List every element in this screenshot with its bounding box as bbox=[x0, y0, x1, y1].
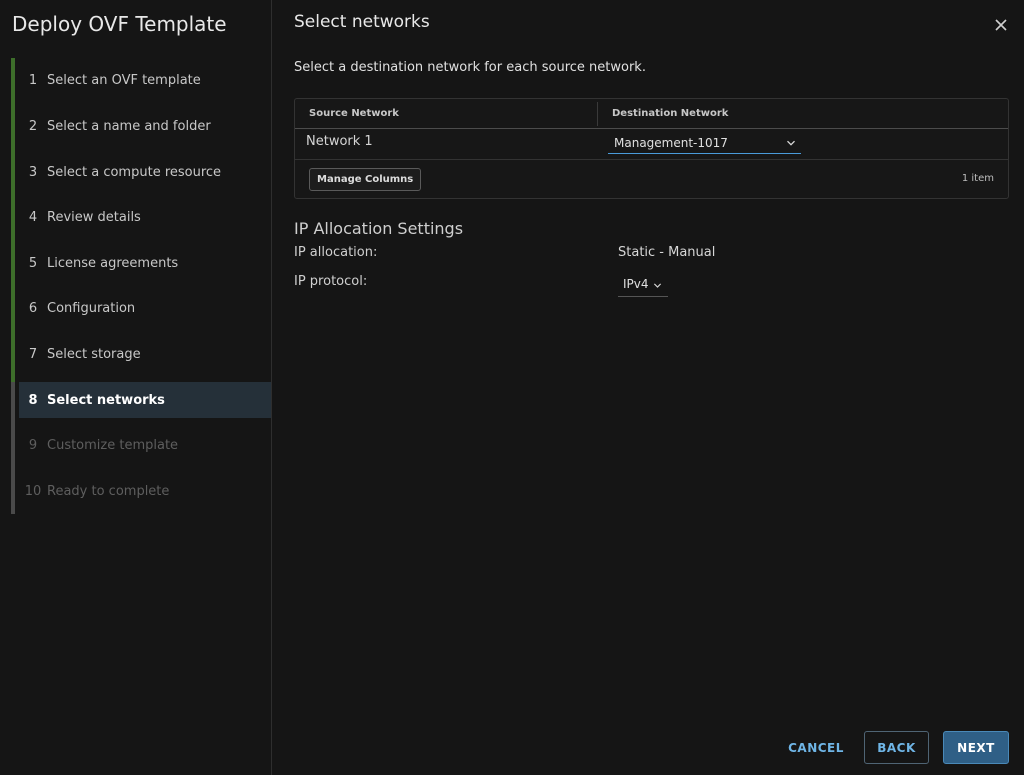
step-customize-template: 9 Customize template bbox=[19, 427, 271, 463]
step-number: 1 bbox=[28, 72, 38, 88]
source-network-cell: Network 1 bbox=[306, 134, 373, 149]
next-button[interactable]: NEXT bbox=[943, 731, 1009, 764]
column-header-destination-network[interactable]: Destination Network bbox=[612, 108, 728, 119]
page-description: Select a destination network for each so… bbox=[294, 60, 646, 75]
step-label: Select an OVF template bbox=[47, 72, 201, 88]
cancel-button[interactable]: CANCEL bbox=[780, 731, 852, 764]
destination-network-value: Management-1017 bbox=[614, 136, 728, 150]
step-select-name-folder[interactable]: 2 Select a name and folder bbox=[19, 108, 271, 144]
chevron-down-icon bbox=[653, 283, 662, 288]
step-select-storage[interactable]: 7 Select storage bbox=[19, 336, 271, 372]
step-ready-to-complete: 10 Ready to complete bbox=[19, 473, 271, 509]
wizard-sidebar: Deploy OVF Template 1 Select an OVF temp… bbox=[0, 0, 272, 775]
step-number: 4 bbox=[28, 209, 38, 225]
wizard-content: Select networks Select a destination net… bbox=[273, 0, 1024, 775]
ip-allocation-value: Static - Manual bbox=[618, 245, 716, 260]
destination-network-select[interactable]: Management-1017 bbox=[608, 134, 801, 154]
step-license-agreements[interactable]: 5 License agreements bbox=[19, 245, 271, 281]
step-number: 8 bbox=[28, 392, 38, 408]
step-label: Review details bbox=[47, 209, 141, 225]
step-number: 7 bbox=[28, 346, 38, 362]
progress-current bbox=[11, 382, 15, 418]
step-label: License agreements bbox=[47, 255, 179, 271]
grid-header: Source Network Destination Network bbox=[295, 99, 1008, 129]
step-configuration[interactable]: 6 Configuration bbox=[19, 290, 271, 326]
step-select-ovf-template[interactable]: 1 Select an OVF template bbox=[19, 62, 271, 98]
ip-protocol-value: IPv4 bbox=[623, 277, 649, 291]
step-label: Customize template bbox=[47, 437, 179, 453]
step-review-details[interactable]: 4 Review details bbox=[19, 199, 271, 235]
ip-allocation-heading: IP Allocation Settings bbox=[294, 219, 464, 238]
ip-protocol-label: IP protocol: bbox=[294, 274, 368, 289]
step-number: 5 bbox=[28, 255, 38, 271]
step-select-compute-resource[interactable]: 3 Select a compute resource bbox=[19, 154, 271, 190]
step-number: 10 bbox=[24, 483, 42, 499]
wizard-title: Deploy OVF Template bbox=[12, 12, 227, 36]
grid-footer: Manage Columns 1 item bbox=[295, 161, 1008, 199]
manage-columns-button[interactable]: Manage Columns bbox=[309, 168, 422, 191]
step-number: 6 bbox=[28, 300, 38, 316]
step-label: Configuration bbox=[47, 300, 136, 316]
step-label: Ready to complete bbox=[47, 483, 170, 499]
ip-protocol-select[interactable]: IPv4 bbox=[618, 274, 668, 297]
step-select-networks[interactable]: 8 Select networks bbox=[19, 382, 271, 418]
progress-remaining bbox=[11, 418, 15, 514]
step-number: 3 bbox=[28, 164, 38, 180]
progress-completed bbox=[11, 58, 15, 382]
ip-allocation-label: IP allocation: bbox=[294, 245, 378, 260]
steps-progress-track bbox=[11, 58, 15, 514]
page-title: Select networks bbox=[294, 12, 430, 32]
back-button[interactable]: BACK bbox=[864, 731, 929, 764]
network-mapping-grid: Source Network Destination Network Netwo… bbox=[294, 98, 1009, 199]
column-divider[interactable] bbox=[597, 102, 598, 126]
step-number: 9 bbox=[28, 437, 38, 453]
close-icon[interactable] bbox=[992, 16, 1010, 34]
item-count: 1 item bbox=[961, 173, 994, 184]
table-row: Network 1 Management-1017 bbox=[295, 129, 1008, 160]
chevron-down-icon bbox=[787, 140, 795, 146]
step-label: Select a compute resource bbox=[47, 164, 222, 180]
step-number: 2 bbox=[28, 118, 38, 134]
step-label: Select a name and folder bbox=[47, 118, 211, 134]
step-label: Select storage bbox=[47, 346, 141, 362]
column-header-source-network[interactable]: Source Network bbox=[309, 108, 399, 119]
step-label: Select networks bbox=[47, 392, 165, 408]
